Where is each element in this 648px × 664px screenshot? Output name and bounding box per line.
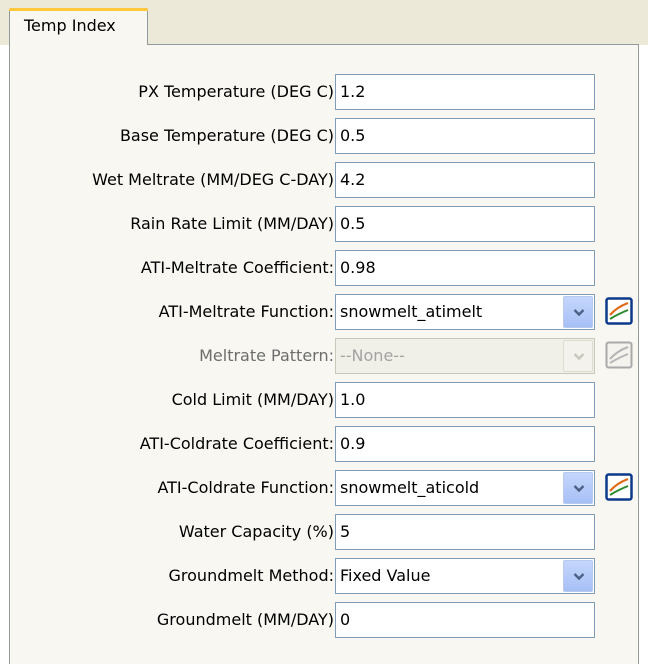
chevron-down-icon (573, 309, 585, 317)
row-meltrate-pattern: Meltrate Pattern: --None-- (10, 338, 638, 374)
wet-meltrate-label: Wet Meltrate (MM/DEG C-DAY) (92, 170, 334, 189)
row-water-capacity: Water Capacity (%) 5 (10, 514, 638, 550)
row-ati-coldrate-coefficient: ATI-Coldrate Coefficient: 0.9 (10, 426, 638, 462)
meltrate-pattern-value: --None-- (340, 346, 405, 365)
meltrate-pattern-chart-button (605, 341, 633, 369)
row-groundmelt-method: Groundmelt Method: Fixed Value (10, 558, 638, 594)
cold-limit-input[interactable]: 1.0 (335, 382, 595, 418)
row-groundmelt: Groundmelt (MM/DAY) 0 (10, 602, 638, 638)
tab-label: Temp Index (24, 16, 116, 35)
rain-rate-limit-label: Rain Rate Limit (MM/DAY) (130, 214, 334, 233)
ati-coldrate-coefficient-label: ATI-Coldrate Coefficient: (139, 434, 334, 453)
row-ati-meltrate-coefficient: ATI-Meltrate Coefficient: 0.98 (10, 250, 638, 286)
water-capacity-label: Water Capacity (%) (178, 522, 334, 541)
dropdown-button[interactable] (563, 296, 593, 328)
base-temperature-input[interactable]: 0.5 (335, 118, 595, 154)
groundmelt-label: Groundmelt (MM/DAY) (156, 610, 334, 629)
chart-icon (605, 341, 633, 369)
meltrate-pattern-label: Meltrate Pattern: (199, 346, 334, 365)
dropdown-button[interactable] (563, 472, 593, 504)
row-rain-rate-limit: Rain Rate Limit (MM/DAY) 0.5 (10, 206, 638, 242)
ati-meltrate-function-label: ATI-Meltrate Function: (158, 302, 334, 321)
row-px-temperature: PX Temperature (DEG C) 1.2 (10, 74, 638, 110)
row-cold-limit: Cold Limit (MM/DAY) 1.0 (10, 382, 638, 418)
wet-meltrate-input[interactable]: 4.2 (335, 162, 595, 198)
row-ati-meltrate-function: ATI-Meltrate Function: snowmelt_atimelt (10, 294, 638, 330)
px-temperature-label: PX Temperature (DEG C) (138, 82, 334, 101)
ati-coldrate-function-label: ATI-Coldrate Function: (157, 478, 334, 497)
chevron-down-icon (573, 353, 585, 361)
chart-icon (605, 473, 633, 501)
water-capacity-input[interactable]: 5 (335, 514, 595, 550)
tab-temp-index[interactable]: Temp Index (9, 8, 148, 45)
groundmelt-method-label: Groundmelt Method: (168, 566, 334, 585)
ati-meltrate-coefficient-label: ATI-Meltrate Coefficient: (140, 258, 334, 277)
ati-meltrate-function-select[interactable]: snowmelt_atimelt (335, 294, 595, 330)
ati-meltrate-coefficient-input[interactable]: 0.98 (335, 250, 595, 286)
ati-coldrate-function-select[interactable]: snowmelt_aticold (335, 470, 595, 506)
temp-index-panel: PX Temperature (DEG C) 1.2 Base Temperat… (9, 44, 639, 664)
dropdown-button (563, 340, 593, 372)
groundmelt-method-value: Fixed Value (340, 566, 431, 585)
chevron-down-icon (573, 573, 585, 581)
chart-icon (605, 297, 633, 325)
groundmelt-input[interactable]: 0 (335, 602, 595, 638)
meltrate-function-chart-button[interactable] (605, 297, 633, 325)
ati-coldrate-function-value: snowmelt_aticold (340, 478, 480, 497)
meltrate-pattern-select: --None-- (335, 338, 595, 374)
chevron-down-icon (573, 485, 585, 493)
groundmelt-method-select[interactable]: Fixed Value (335, 558, 595, 594)
ati-meltrate-function-value: snowmelt_atimelt (340, 302, 483, 321)
row-wet-meltrate: Wet Meltrate (MM/DEG C-DAY) 4.2 (10, 162, 638, 198)
base-temperature-label: Base Temperature (DEG C) (119, 126, 334, 145)
cold-limit-label: Cold Limit (MM/DAY) (171, 390, 334, 409)
px-temperature-input[interactable]: 1.2 (335, 74, 595, 110)
row-base-temperature: Base Temperature (DEG C) 0.5 (10, 118, 638, 154)
dropdown-button[interactable] (563, 560, 593, 592)
coldrate-function-chart-button[interactable] (605, 473, 633, 501)
row-ati-coldrate-function: ATI-Coldrate Function: snowmelt_aticold (10, 470, 638, 506)
ati-coldrate-coefficient-input[interactable]: 0.9 (335, 426, 595, 462)
rain-rate-limit-input[interactable]: 0.5 (335, 206, 595, 242)
